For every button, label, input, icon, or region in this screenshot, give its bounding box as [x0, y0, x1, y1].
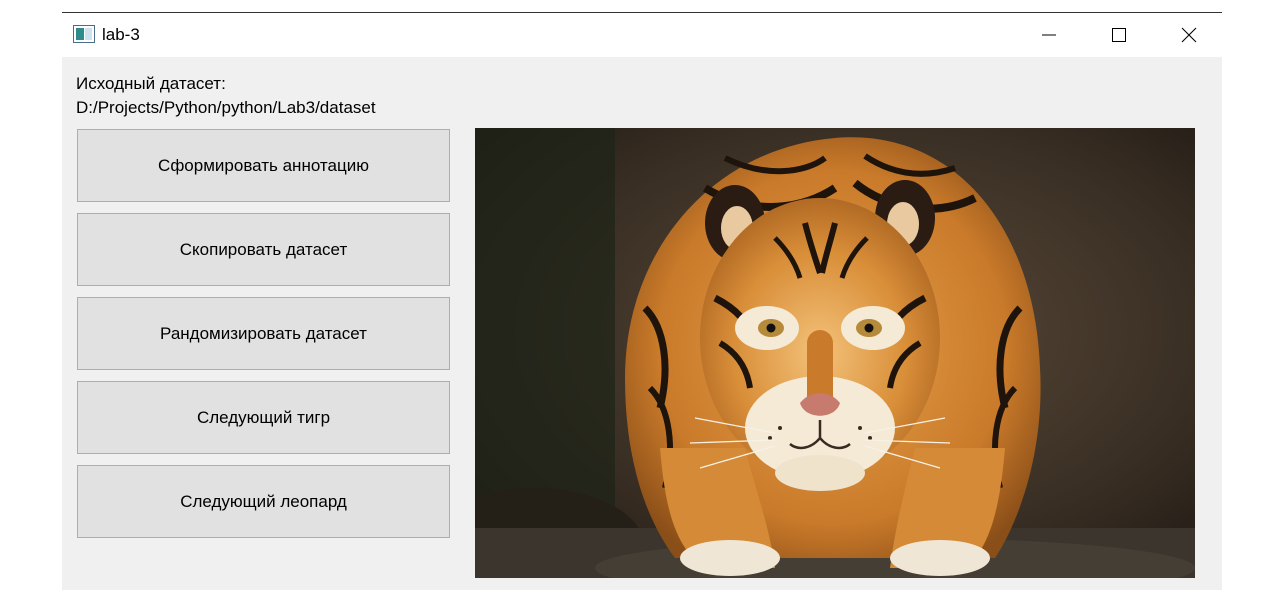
- randomize-dataset-button[interactable]: Рандомизировать датасет: [77, 297, 450, 370]
- title-bar[interactable]: lab-3: [62, 13, 1222, 57]
- close-icon: [1181, 27, 1197, 43]
- app-window-icon: [73, 25, 95, 43]
- app-window: lab-3 Исходный датасет: D:/Projects/Pyth…: [62, 13, 1222, 590]
- tiger-image: [475, 128, 1195, 578]
- maximize-icon: [1112, 28, 1126, 42]
- dataset-path-label: Исходный датасет: D:/Projects/Python/pyt…: [76, 72, 376, 120]
- next-leopard-button[interactable]: Следующий леопард: [77, 465, 450, 538]
- next-tiger-button[interactable]: Следующий тигр: [77, 381, 450, 454]
- copy-dataset-button[interactable]: Скопировать датасет: [77, 213, 450, 286]
- dataset-label: Исходный датасет:: [76, 74, 226, 93]
- maximize-button[interactable]: [1084, 13, 1154, 57]
- minimize-icon: [1042, 34, 1056, 36]
- create-annotation-button[interactable]: Сформировать аннотацию: [77, 129, 450, 202]
- minimize-button[interactable]: [1014, 13, 1084, 57]
- dataset-path: D:/Projects/Python/python/Lab3/dataset: [76, 98, 376, 117]
- close-button[interactable]: [1154, 13, 1224, 57]
- image-display: [475, 128, 1195, 578]
- window-title: lab-3: [102, 25, 140, 44]
